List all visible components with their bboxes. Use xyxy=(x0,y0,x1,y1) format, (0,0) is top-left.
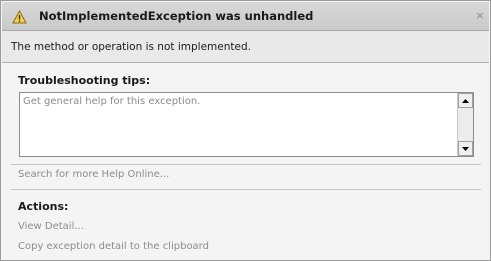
search-help-online-link[interactable]: Search for more Help Online... xyxy=(18,169,169,180)
warning-icon xyxy=(12,10,27,24)
arrow-down-icon xyxy=(462,146,469,151)
dialog-header: NotImplementedException was unhandled × xyxy=(2,2,489,31)
scroll-up-button[interactable] xyxy=(458,93,473,108)
exception-message-bar: The method or operation is not implement… xyxy=(2,31,489,63)
divider xyxy=(11,189,481,190)
exception-message: The method or operation is not implement… xyxy=(11,41,251,53)
exception-assistant-dialog: NotImplementedException was unhandled × … xyxy=(0,0,491,261)
copy-exception-detail-link[interactable]: Copy exception detail to the clipboard xyxy=(18,241,209,252)
actions-heading: Actions: xyxy=(18,200,69,213)
divider xyxy=(11,164,481,165)
tips-scrollbar[interactable] xyxy=(457,93,473,156)
tip-link[interactable]: Get general help for this exception. xyxy=(23,96,200,107)
dialog-title: NotImplementedException was unhandled xyxy=(39,9,314,23)
view-detail-link[interactable]: View Detail... xyxy=(18,221,84,232)
close-button[interactable]: × xyxy=(474,10,486,22)
scroll-down-button[interactable] xyxy=(458,141,473,156)
troubleshooting-heading: Troubleshooting tips: xyxy=(18,74,151,87)
troubleshooting-tips-list: Get general help for this exception. xyxy=(19,92,474,157)
arrow-up-icon xyxy=(462,98,469,103)
